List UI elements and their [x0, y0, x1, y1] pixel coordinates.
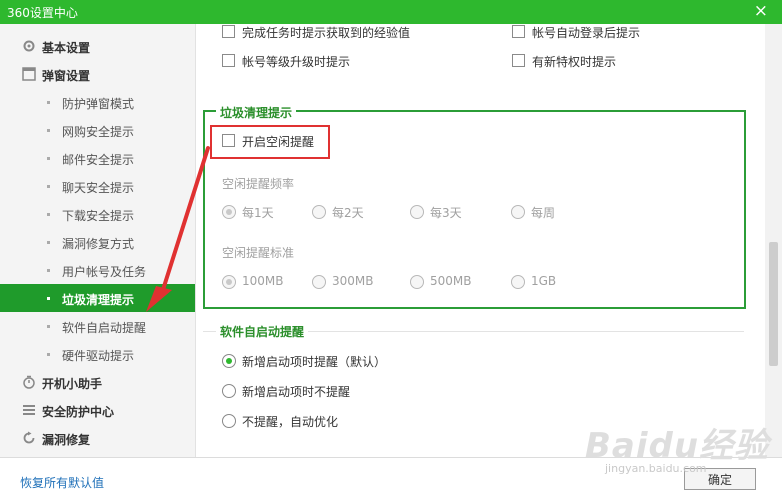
watermark-url: jingyan.baidu.com	[605, 462, 707, 475]
watermark-logo: Baidu经验	[585, 426, 770, 466]
